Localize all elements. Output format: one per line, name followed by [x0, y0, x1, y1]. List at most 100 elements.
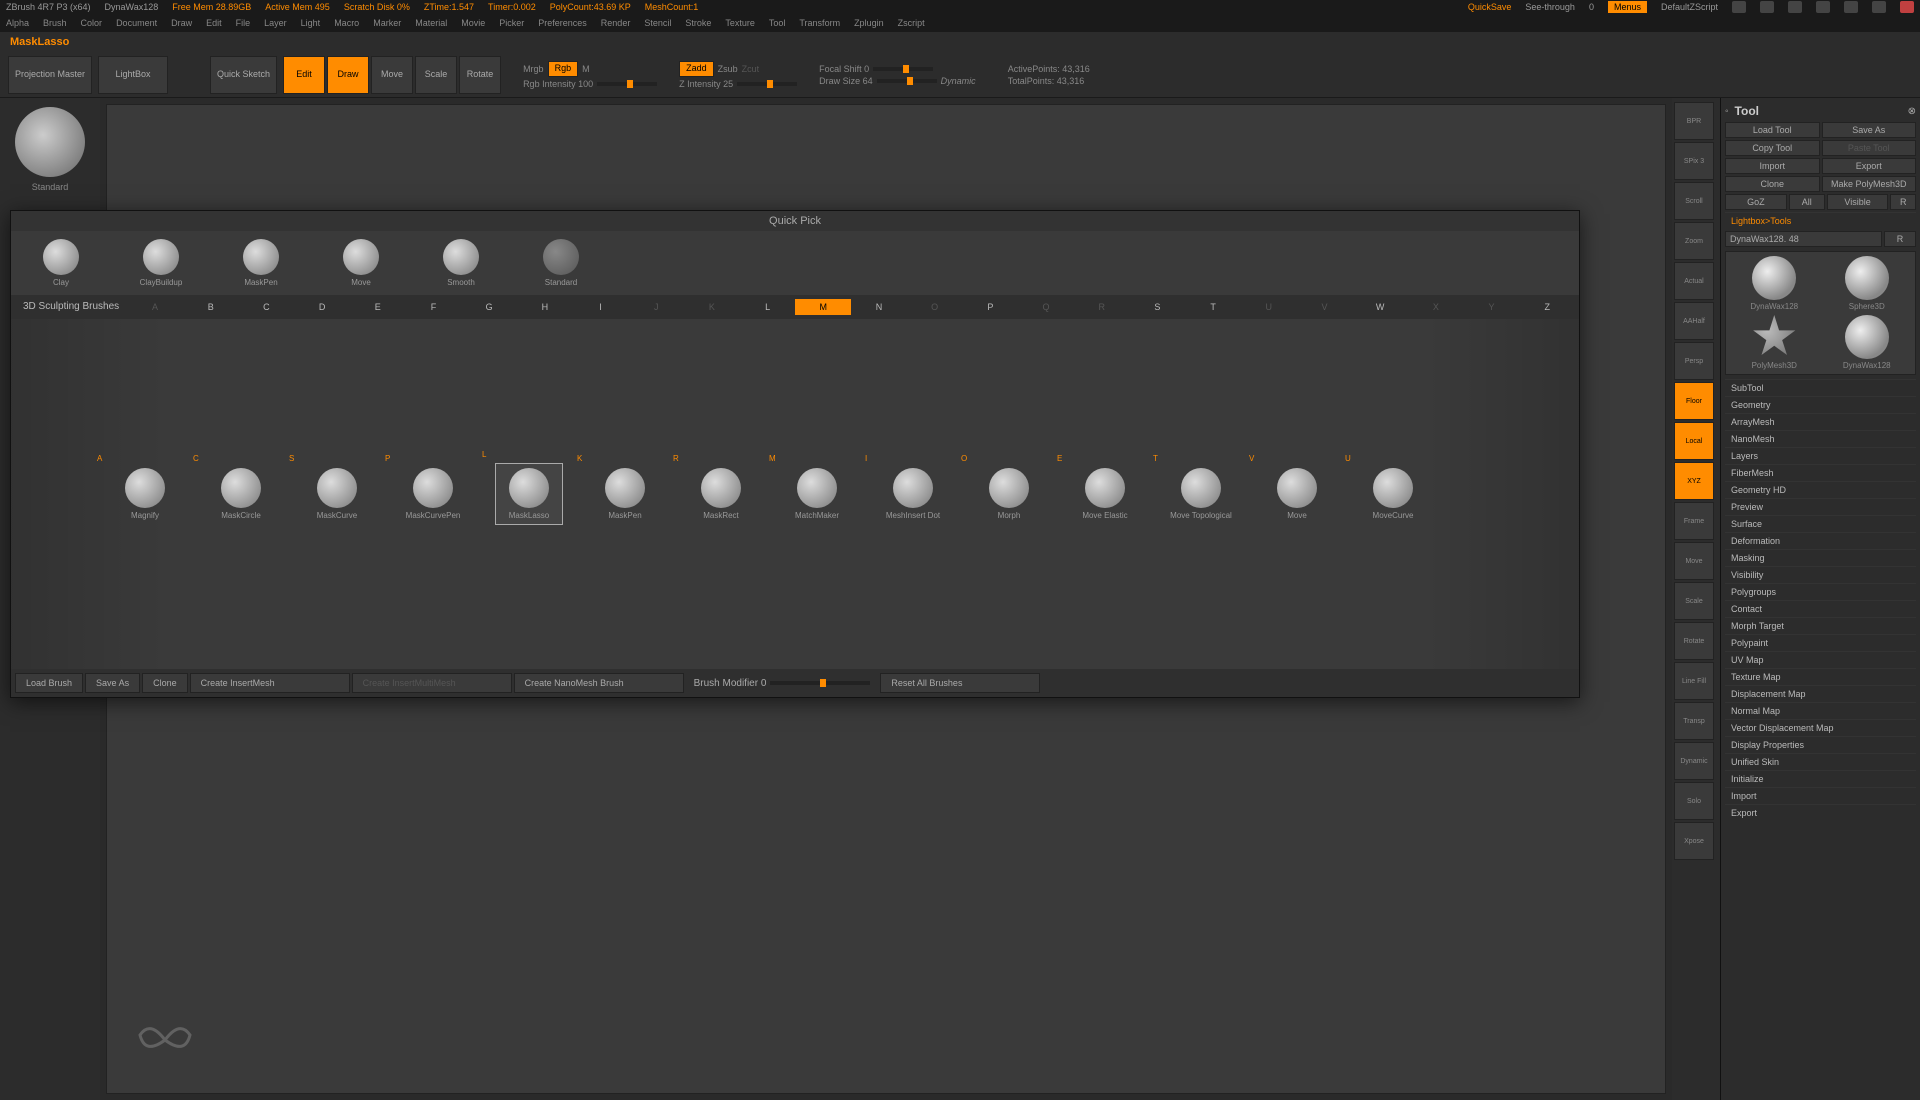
sidebar-spix-3[interactable]: SPix 3 — [1674, 142, 1714, 180]
brush-maskrect[interactable]: RMaskRect — [687, 468, 755, 520]
sidebar-aahalf[interactable]: AAHalf — [1674, 302, 1714, 340]
goz-visible-btn[interactable]: Visible — [1827, 194, 1889, 210]
menu-alpha[interactable]: Alpha — [6, 18, 29, 28]
brush-meshinsert-dot[interactable]: IMeshInsert Dot — [879, 468, 947, 520]
menu-material[interactable]: Material — [415, 18, 447, 28]
menu-marker[interactable]: Marker — [373, 18, 401, 28]
menu-brush[interactable]: Brush — [43, 18, 67, 28]
alpha-g[interactable]: G — [461, 299, 517, 315]
zsub-btn[interactable]: Zsub — [718, 64, 738, 74]
section-fibermesh[interactable]: FiberMesh — [1725, 464, 1916, 481]
m-btn[interactable]: M — [582, 64, 590, 74]
tool-thumb-dynawax128[interactable]: DynaWax128 — [1730, 256, 1819, 311]
import-btn[interactable]: Import — [1725, 158, 1820, 174]
alpha-c[interactable]: C — [239, 299, 295, 315]
alpha-r[interactable]: R — [1074, 299, 1130, 315]
alpha-a[interactable]: A — [127, 299, 183, 315]
menu-picker[interactable]: Picker — [499, 18, 524, 28]
sidebar-scroll[interactable]: Scroll — [1674, 182, 1714, 220]
seethrough-value[interactable]: 0 — [1589, 2, 1594, 12]
tool-pin-icon[interactable]: ◦ — [1725, 106, 1729, 117]
scale-btn[interactable]: Scale — [415, 56, 457, 94]
mrgb-btn[interactable]: Mrgb — [523, 64, 544, 74]
goz-btn[interactable]: GoZ — [1725, 194, 1787, 210]
section-unified-skin[interactable]: Unified Skin — [1725, 753, 1916, 770]
quickpick-clay[interactable]: Clay — [31, 239, 91, 287]
sidebar-floor[interactable]: Floor — [1674, 382, 1714, 420]
sidebar-transp[interactable]: Transp — [1674, 702, 1714, 740]
section-subtool[interactable]: SubTool — [1725, 379, 1916, 396]
menus-btn[interactable]: Menus — [1608, 1, 1647, 13]
section-geometry-hd[interactable]: Geometry HD — [1725, 481, 1916, 498]
brush-move-elastic[interactable]: EMove Elastic — [1071, 468, 1139, 520]
menu-document[interactable]: Document — [116, 18, 157, 28]
brush-maskcircle[interactable]: CMaskCircle — [207, 468, 275, 520]
brush-preview[interactable] — [15, 107, 85, 177]
alpha-z[interactable]: Z — [1519, 299, 1575, 315]
edit-btn[interactable]: Edit — [283, 56, 325, 94]
alpha-e[interactable]: E — [350, 299, 406, 315]
alpha-d[interactable]: D — [294, 299, 350, 315]
brush-morph[interactable]: OMorph — [975, 468, 1043, 520]
focal-slider[interactable] — [873, 67, 933, 71]
section-layers[interactable]: Layers — [1725, 447, 1916, 464]
section-polypaint[interactable]: Polypaint — [1725, 634, 1916, 651]
sidebar-xyz[interactable]: XYZ — [1674, 462, 1714, 500]
section-geometry[interactable]: Geometry — [1725, 396, 1916, 413]
lightbox-btn[interactable]: LightBox — [98, 56, 168, 94]
alpha-m[interactable]: M — [795, 299, 851, 315]
quickpick-move[interactable]: Move — [331, 239, 391, 287]
rgb-intensity[interactable]: Rgb Intensity 100 — [523, 79, 593, 89]
focal-shift[interactable]: Focal Shift 0 — [819, 64, 869, 74]
section-normal-map[interactable]: Normal Map — [1725, 702, 1916, 719]
dynamic-label[interactable]: Dynamic — [941, 76, 976, 86]
menu-draw[interactable]: Draw — [171, 18, 192, 28]
clone-brush-btn[interactable]: Clone — [142, 673, 188, 693]
paste-tool-btn[interactable]: Paste Tool — [1822, 140, 1917, 156]
window-icon[interactable] — [1816, 1, 1830, 13]
menu-zscript[interactable]: Zscript — [898, 18, 925, 28]
alpha-k[interactable]: K — [684, 299, 740, 315]
menu-texture[interactable]: Texture — [725, 18, 755, 28]
quickpick-claybuildup[interactable]: ClayBuildup — [131, 239, 191, 287]
alpha-w[interactable]: W — [1352, 299, 1408, 315]
section-texture-map[interactable]: Texture Map — [1725, 668, 1916, 685]
draw-btn[interactable]: Draw — [327, 56, 369, 94]
alpha-b[interactable]: B — [183, 299, 239, 315]
quicksave-btn[interactable]: QuickSave — [1468, 2, 1512, 12]
brush-movecurve[interactable]: UMoveCurve — [1359, 468, 1427, 520]
section-contact[interactable]: Contact — [1725, 600, 1916, 617]
brush-move-topological[interactable]: TMove Topological — [1167, 468, 1235, 520]
section-deformation[interactable]: Deformation — [1725, 532, 1916, 549]
menu-light[interactable]: Light — [301, 18, 321, 28]
section-polygroups[interactable]: Polygroups — [1725, 583, 1916, 600]
brush-maskcurve[interactable]: SMaskCurve — [303, 468, 371, 520]
section-arraymesh[interactable]: ArrayMesh — [1725, 413, 1916, 430]
alpha-i[interactable]: I — [573, 299, 629, 315]
z-intensity[interactable]: Z Intensity 25 — [679, 79, 733, 89]
menu-file[interactable]: File — [236, 18, 251, 28]
section-display-properties[interactable]: Display Properties — [1725, 736, 1916, 753]
alpha-f[interactable]: F — [406, 299, 462, 315]
section-uv-map[interactable]: UV Map — [1725, 651, 1916, 668]
menu-movie[interactable]: Movie — [461, 18, 485, 28]
menu-edit[interactable]: Edit — [206, 18, 222, 28]
sidebar-frame[interactable]: Frame — [1674, 502, 1714, 540]
brush-maskcurvepen[interactable]: PMaskCurvePen — [399, 468, 467, 520]
draw-size[interactable]: Draw Size 64 — [819, 76, 873, 86]
create-multimesh-btn[interactable]: Create InsertMultiMesh — [352, 673, 512, 693]
menu-transform[interactable]: Transform — [799, 18, 840, 28]
goz-all-btn[interactable]: All — [1789, 194, 1825, 210]
load-tool-btn[interactable]: Load Tool — [1725, 122, 1820, 138]
quickpick-smooth[interactable]: Smooth — [431, 239, 491, 287]
sidebar-bpr[interactable]: BPR — [1674, 102, 1714, 140]
brush-maskpen[interactable]: KMaskPen — [591, 468, 659, 520]
menu-preferences[interactable]: Preferences — [538, 18, 587, 28]
move-btn[interactable]: Move — [371, 56, 413, 94]
section-displacement-map[interactable]: Displacement Map — [1725, 685, 1916, 702]
section-nanomesh[interactable]: NanoMesh — [1725, 430, 1916, 447]
export-btn[interactable]: Export — [1822, 158, 1917, 174]
alpha-o[interactable]: O — [907, 299, 963, 315]
sidebar-actual[interactable]: Actual — [1674, 262, 1714, 300]
alpha-s[interactable]: S — [1130, 299, 1186, 315]
